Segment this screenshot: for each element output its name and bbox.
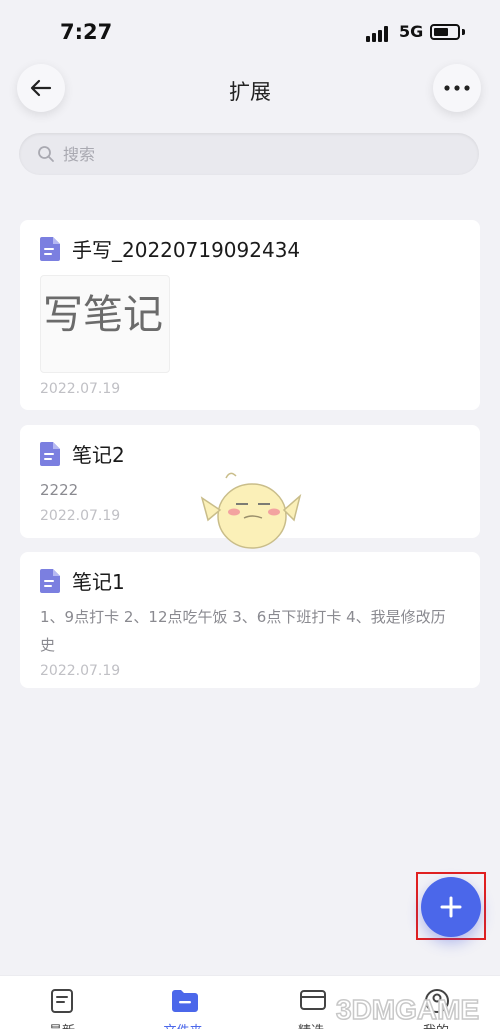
note-title: 笔记1 [72,570,125,594]
battery-icon [430,24,460,40]
search-input[interactable] [63,144,443,164]
folder-icon [172,990,198,1012]
tab-label: 文件夹 [133,1020,233,1029]
tab-folder[interactable]: 文件夹 [133,976,233,1029]
status-time: 7:27 [60,20,113,44]
plus-icon [440,896,462,918]
note-content: 1、9点打卡 2、12点吃午饭 3、6点下班打卡 4、我是修改历史 [40,608,446,654]
battery-level [434,28,448,36]
note-title: 手写_20220719092434 [72,238,301,262]
search-icon [38,146,54,162]
more-button[interactable] [433,64,481,112]
search-bar[interactable] [19,133,479,175]
signal-icon [366,26,392,42]
document-icon [40,236,60,261]
note-date: 2022.07.19 [40,663,121,679]
handwriting-preview: 写笔记 [43,292,163,338]
mascot-watermark-icon [200,472,302,549]
note-date: 2022.07.19 [40,381,121,397]
note-title: 笔记2 [72,443,125,467]
card-icon [300,990,326,1010]
tab-latest[interactable]: 最新 [12,976,112,1029]
page-title: 扩展 [229,80,271,104]
handwriting-thumbnail[interactable]: 写笔记 [40,275,170,373]
document-icon [40,441,60,466]
battery-cap [462,29,465,35]
more-dots-icon [444,85,470,91]
document-icon [40,568,60,593]
note-card[interactable]: 笔记1 1、9点打卡 2、12点吃午饭 3、6点下班打卡 4、我是修改历史 20… [20,552,480,688]
add-note-button[interactable] [421,877,481,937]
tab-label: 最新 [12,1020,112,1029]
handwriting-text: 写笔记 [43,292,163,338]
network-label: 5G [399,22,424,41]
site-watermark: 3DMGAME [335,993,480,1026]
note-icon [51,989,73,1013]
note-card-handwriting[interactable]: 手写_20220719092434 写笔记 2022.07.19 [20,220,480,410]
status-bar: 7:27 5G [0,0,500,62]
